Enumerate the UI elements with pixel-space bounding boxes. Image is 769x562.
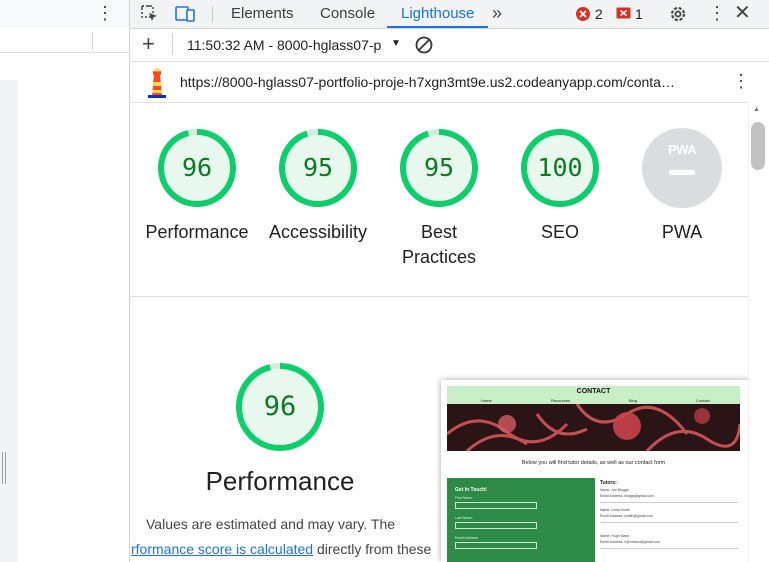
issues-count: 1 <box>635 6 643 22</box>
thumb-tutor-email: Email Address: lsmith@gmail.com <box>600 514 653 518</box>
tab-lighthouse[interactable]: Lighthouse <box>401 0 474 28</box>
performance-score: 96 <box>263 391 297 422</box>
active-tab-indicator <box>387 26 488 28</box>
score-label: PWA <box>661 222 703 242</box>
page-top-bar: ⋮ <box>0 0 130 29</box>
thumb-tutor-email: Email Address: h@nmann@gmail.com <box>600 540 661 544</box>
score-label: Performance <box>145 222 249 242</box>
close-icon[interactable]: ✕ <box>734 2 751 24</box>
thumb-field-label: Email Address: <box>455 536 479 540</box>
thumb-divider <box>600 522 738 523</box>
thumb-header: CONTACT Home Resources Blog Contact <box>447 386 740 404</box>
score-label: SEO <box>540 222 579 242</box>
dropdown-arrow-icon[interactable]: ▼ <box>391 38 401 49</box>
pwa-badge-icon <box>642 128 722 208</box>
thumb-field <box>455 502 537 509</box>
score-gauge-best-practices[interactable]: 95 <box>399 128 479 208</box>
thumb-field-label: First Name: <box>455 496 474 500</box>
report-url-bar: https://8000-hglass07-portfolio-proje-h7… <box>130 62 769 103</box>
page-toolbar <box>0 28 130 53</box>
device-toolbar-icon[interactable] <box>174 4 196 29</box>
divider <box>212 6 213 22</box>
score-value: 95 <box>302 153 334 182</box>
error-icon[interactable] <box>575 6 591 27</box>
clear-report-icon[interactable] <box>414 35 434 60</box>
performance-note-line2: rformance score is calculated directly f… <box>131 541 431 557</box>
scroll-up-arrow-icon[interactable]: ▲ <box>753 106 760 113</box>
thumb-field-label: Last Name: <box>455 516 473 520</box>
pwa-badge-text: PWA <box>667 142 697 157</box>
thumb-subtitle: Below you will find tutor details, as we… <box>521 460 666 466</box>
more-tabs-icon[interactable]: » <box>492 3 502 23</box>
page-margin <box>0 80 18 562</box>
thumb-nav-item: Resources <box>551 398 571 403</box>
score-label: Best Practices <box>401 222 477 267</box>
page-pane <box>0 0 130 562</box>
thumb-tutors-title: Tutors: <box>600 480 617 486</box>
new-report-plus-icon[interactable]: + <box>142 32 155 56</box>
score-gauge-pwa[interactable]: PWA <box>642 128 722 208</box>
thumb-contact-form: Get In Touch! First Name: Last Name: Ema… <box>447 478 595 562</box>
report-url[interactable]: https://8000-hglass07-portfolio-proje-h7… <box>180 74 720 90</box>
performance-title: Performance <box>205 466 355 496</box>
divider <box>172 33 173 55</box>
devtools-tabbar: Elements Console Lighthouse » 2 1 ⋮ ✕ <box>130 0 769 29</box>
thumb-hero-image <box>447 404 740 451</box>
thumb-field <box>455 542 537 549</box>
thumb-tutor-name: Name: Hugh Mann <box>600 534 630 538</box>
issues-icon[interactable] <box>616 7 631 26</box>
report-menu-icon[interactable]: ⋮ <box>732 71 750 91</box>
thumb-divider <box>600 548 738 549</box>
performance-gauge-large: 96 <box>235 362 325 452</box>
score-gauge-seo[interactable]: 100 <box>520 128 600 208</box>
report-select[interactable]: 11:50:32 AM - 8000-hglass07-p <box>187 37 390 53</box>
thumb-title: CONTACT <box>576 388 611 395</box>
score-label: Accessibility <box>268 222 368 242</box>
resize-handle[interactable] <box>2 452 8 484</box>
inspect-element-icon[interactable] <box>140 4 160 29</box>
performance-note: Values are estimated and may vary. The <box>146 516 396 532</box>
error-count: 2 <box>595 6 603 22</box>
thumb-tutor-name: Name: Linda Smith <box>600 508 630 512</box>
tab-console[interactable]: Console <box>320 0 375 28</box>
score-value: 96 <box>181 153 213 182</box>
settings-gear-icon[interactable] <box>668 4 688 29</box>
thumb-tutor-name: Name: Joe Bloggs <box>600 488 629 492</box>
score-value: 95 <box>423 153 455 182</box>
kebab-menu-icon[interactable]: ⋮ <box>96 3 114 23</box>
customize-menu-icon[interactable]: ⋮ <box>708 3 726 23</box>
scrollbar-thumb[interactable] <box>751 122 765 170</box>
score-value: 100 <box>537 153 583 182</box>
score-gauge-accessibility[interactable]: 95 <box>278 128 358 208</box>
lighthouse-toolbar: + 11:50:32 AM - 8000-hglass07-p ▼ <box>130 29 769 62</box>
score-gauge-performance[interactable]: 96 <box>157 128 237 208</box>
score-calculator-link[interactable]: rformance score is calculated <box>131 541 313 557</box>
thumb-form-title: Get In Touch! <box>455 487 487 493</box>
tab-elements[interactable]: Elements <box>231 0 294 28</box>
thumb-divider <box>600 502 738 503</box>
thumb-nav-item: Home <box>481 398 492 403</box>
section-divider <box>130 296 748 297</box>
thumb-tutor-email: Email Address: bloggs@gmail.com <box>600 494 655 498</box>
final-screenshot-thumbnail[interactable]: CONTACT Home Resources Blog Contact Belo… <box>441 380 749 562</box>
thumb-field <box>455 522 537 529</box>
lighthouse-logo-icon <box>145 68 169 103</box>
performance-note-text: directly from these <box>313 541 432 557</box>
scrollbar-track[interactable]: ▲ <box>748 102 769 562</box>
thumb-nav-item: Blog <box>629 398 638 403</box>
thumb-nav-item: Contact <box>696 398 710 403</box>
thumb-tutors: Tutors: Name: Joe Bloggs Email Address: … <box>598 478 740 562</box>
